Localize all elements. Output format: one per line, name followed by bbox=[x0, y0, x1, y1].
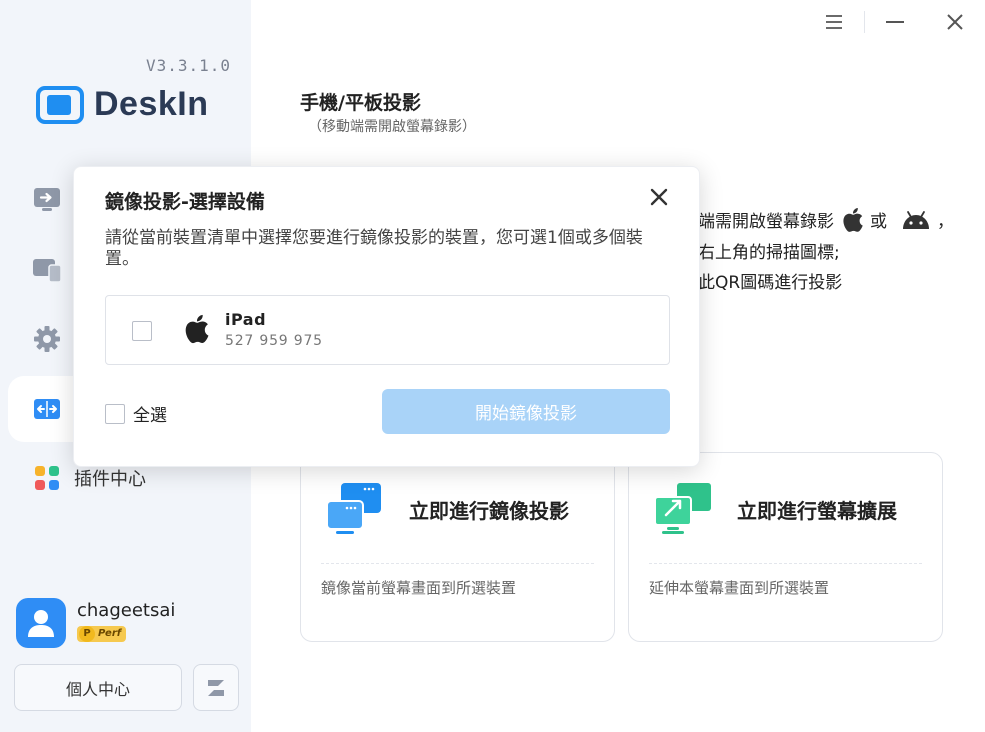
select-all-control[interactable]: 全選 bbox=[105, 401, 167, 426]
instruction-text: 右上角的掃描圖標; bbox=[698, 243, 840, 263]
instruction-text: ， bbox=[937, 212, 954, 232]
membership-badge: P Perf bbox=[77, 625, 127, 642]
card-title: 立即進行鏡像投影 bbox=[409, 498, 569, 523]
window-controls bbox=[804, 0, 985, 44]
gear-icon bbox=[32, 324, 62, 354]
instruction-line-3: 此QR圖碼進行投影 bbox=[698, 268, 842, 293]
extend-screen-icon bbox=[654, 483, 711, 534]
instruction-line-1: 端需開啟螢幕錄影 或 ， bbox=[698, 207, 954, 232]
device-name: iPad bbox=[225, 310, 267, 329]
profile-center-button[interactable]: 個人中心 bbox=[14, 664, 182, 711]
select-all-label: 全選 bbox=[133, 406, 167, 426]
switch-icon bbox=[208, 679, 224, 696]
avatar[interactable] bbox=[16, 598, 66, 648]
menu-button[interactable] bbox=[804, 0, 864, 44]
minimize-icon bbox=[886, 21, 904, 23]
page-subtitle: （移動端需開啟螢幕錄影） bbox=[308, 119, 476, 135]
card-description: 鏡像當前螢幕畫面到所選裝置 bbox=[321, 579, 517, 597]
hamburger-menu-icon bbox=[826, 15, 842, 29]
instruction-text: 或 bbox=[870, 212, 887, 232]
apple-icon bbox=[185, 314, 209, 344]
instruction-text: 此QR圖碼進行投影 bbox=[698, 273, 843, 293]
app-logo: DeskIn bbox=[36, 80, 209, 128]
card-description: 延伸本螢幕畫面到所選裝置 bbox=[649, 579, 830, 597]
android-icon bbox=[903, 210, 929, 229]
username: chageetsai bbox=[77, 600, 176, 621]
mirror-projection-card[interactable]: 立即進行鏡像投影 鏡像當前螢幕畫面到所選裝置 bbox=[300, 452, 615, 642]
devices-icon bbox=[32, 255, 62, 285]
instruction-line-2: 右上角的掃描圖標; bbox=[698, 238, 840, 263]
start-mirroring-button[interactable]: 開始鏡像投影 bbox=[382, 389, 670, 434]
app-name: DeskIn bbox=[94, 84, 209, 123]
switch-mode-button[interactable] bbox=[193, 664, 239, 711]
apple-icon bbox=[843, 207, 863, 232]
mirror-cast-icon bbox=[32, 394, 62, 424]
select-all-checkbox[interactable] bbox=[105, 403, 125, 424]
close-icon bbox=[947, 14, 963, 30]
device-checkbox[interactable] bbox=[132, 321, 152, 341]
plugins-icon bbox=[32, 463, 62, 493]
device-id: 527 959 975 bbox=[225, 333, 323, 349]
close-icon bbox=[650, 188, 668, 206]
minimize-button[interactable] bbox=[865, 0, 925, 44]
card-divider bbox=[321, 563, 594, 564]
badge-text: Perf bbox=[98, 628, 122, 639]
card-title: 立即進行螢幕擴展 bbox=[737, 498, 897, 523]
dialog-description: 請從當前裝置清單中選擇您要進行鏡像投影的裝置，您可選1個或多個裝置。 bbox=[105, 228, 643, 269]
user-icon bbox=[28, 610, 54, 637]
sidebar-item-label: 插件中心 bbox=[74, 469, 146, 490]
mirror-screens-icon bbox=[326, 483, 381, 534]
instruction-text: 端需開啟螢幕錄影 bbox=[698, 212, 834, 232]
remote-control-icon bbox=[32, 185, 62, 215]
screen-extend-card[interactable]: 立即進行螢幕擴展 延伸本螢幕畫面到所選裝置 bbox=[628, 452, 943, 642]
deskin-logo-icon bbox=[36, 80, 88, 128]
card-divider bbox=[649, 563, 922, 564]
close-window-button[interactable] bbox=[925, 0, 985, 44]
version-label: V3.3.1.0 bbox=[145, 56, 231, 75]
dialog-title: 鏡像投影-選擇設備 bbox=[105, 191, 265, 213]
page-title: 手機/平板投影 bbox=[300, 92, 421, 114]
badge-letter: P bbox=[79, 625, 95, 642]
user-panel: chageetsai P Perf bbox=[16, 598, 175, 648]
dialog-close-button[interactable] bbox=[647, 185, 671, 209]
select-device-dialog: 鏡像投影-選擇設備 請從當前裝置清單中選擇您要進行鏡像投影的裝置，您可選1個或多… bbox=[73, 166, 700, 467]
device-row[interactable]: iPad 527 959 975 bbox=[105, 295, 670, 365]
